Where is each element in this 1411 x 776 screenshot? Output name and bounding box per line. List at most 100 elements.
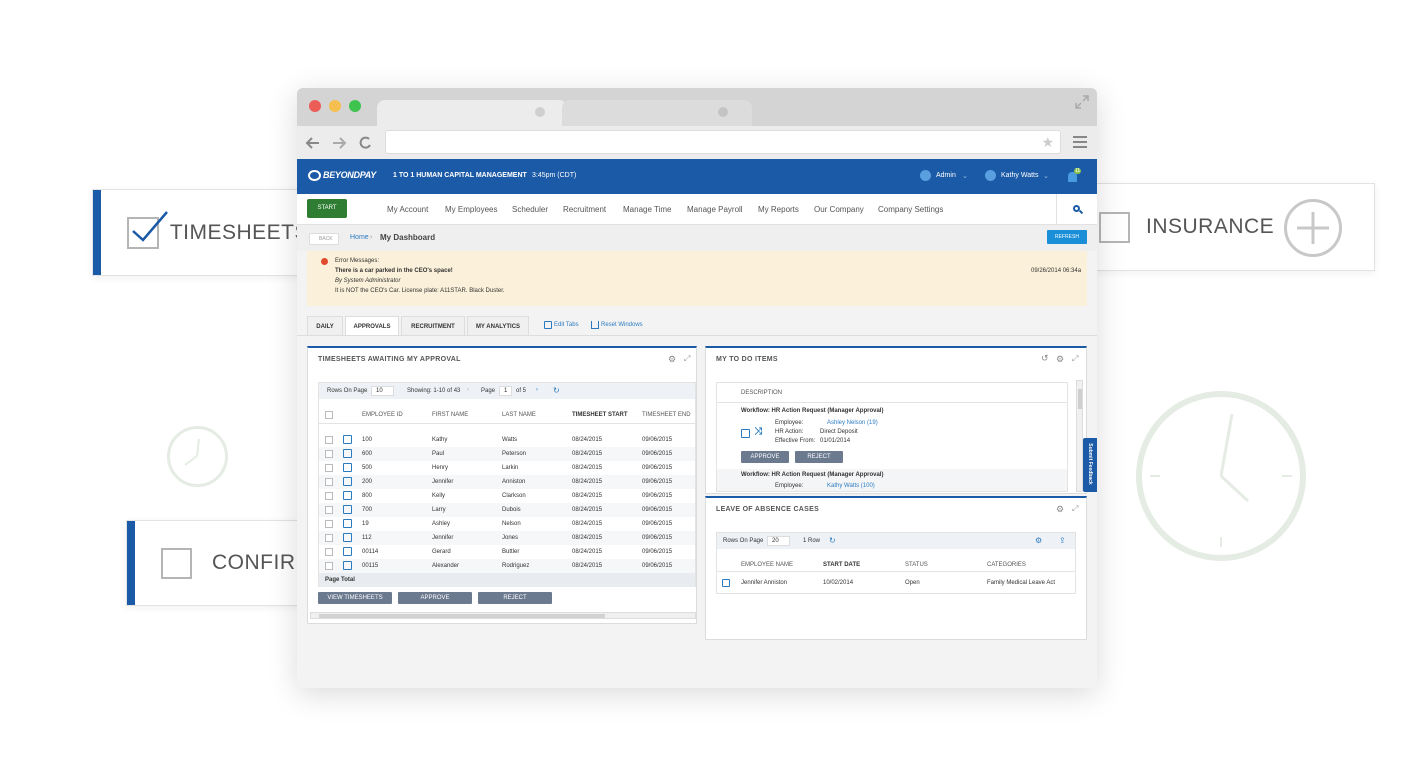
tab-close-icon[interactable] (718, 107, 728, 117)
confirm-card[interactable]: CONFIRM (126, 520, 316, 606)
menu-icon[interactable] (1073, 136, 1087, 148)
col-status[interactable]: STATUS (905, 562, 928, 568)
row-checkbox[interactable] (325, 450, 333, 458)
table-row[interactable]: 19 Ashley Nelson 08/24/2015 09/06/2015 (319, 517, 695, 531)
reject-timesheets-button[interactable]: REJECT (478, 592, 552, 604)
tab-close-icon[interactable] (535, 107, 545, 117)
fullscreen-icon[interactable] (1074, 94, 1090, 110)
todo-reject-button[interactable]: REJECT (795, 451, 843, 463)
brand-logo[interactable]: BEYONDPAY (323, 170, 376, 180)
admin-menu[interactable]: Admin (936, 172, 956, 179)
start-button[interactable]: START (307, 199, 347, 218)
vertical-scrollbar[interactable] (1076, 380, 1083, 492)
address-bar[interactable]: ★ (385, 130, 1061, 154)
reload-icon[interactable]: ↻ (829, 536, 836, 545)
tab-approvals[interactable]: APPROVALS (345, 316, 399, 336)
reload-icon[interactable]: ↻ (553, 386, 560, 395)
table-row[interactable]: 00115 Alexander Rodriguez 08/24/2015 09/06/2… (319, 559, 695, 573)
edit-icon[interactable] (741, 429, 750, 438)
edit-icon[interactable] (343, 463, 352, 472)
bookmark-star-icon[interactable]: ★ (1041, 134, 1054, 150)
prev-page-icon[interactable]: ‹ (467, 387, 469, 393)
row-checkbox[interactable] (325, 520, 333, 528)
next-page-icon[interactable]: › (536, 387, 538, 393)
view-timesheets-button[interactable]: VIEW TIMESHEETS (318, 592, 392, 604)
edit-icon[interactable] (722, 579, 730, 587)
col-first-name[interactable]: FIRST NAME (432, 412, 468, 418)
submit-feedback-tab[interactable]: Submit Feedback (1083, 438, 1097, 492)
gear-icon[interactable]: ⚙ (1056, 504, 1064, 515)
table-row[interactable]: 600 Paul Peterson 08/24/2015 09/06/2015 (319, 447, 695, 461)
table-row[interactable]: 00114 Gerard Buttler 08/24/2015 09/06/2015 (319, 545, 695, 559)
row-checkbox[interactable] (325, 562, 333, 570)
edit-icon[interactable] (343, 533, 352, 542)
row-checkbox[interactable] (325, 478, 333, 486)
edit-icon[interactable] (343, 477, 352, 486)
insurance-checkbox[interactable] (1099, 211, 1130, 243)
expand-icon[interactable]: ⤢ (1072, 504, 1078, 514)
gear-icon[interactable]: ⚙ (668, 354, 676, 365)
expand-icon[interactable]: ⤢ (684, 354, 690, 364)
row-checkbox[interactable] (325, 506, 333, 514)
scrollbar-thumb[interactable] (319, 614, 605, 618)
loa-rows-on-page-select[interactable]: 20 (767, 536, 790, 546)
select-all-checkbox[interactable] (325, 411, 333, 419)
refresh-button[interactable]: REFRESH (1047, 230, 1087, 244)
export-icon[interactable]: ⇪ (1059, 536, 1066, 545)
timesheets-card[interactable]: TIMESHEETS (92, 189, 310, 276)
page-input[interactable]: 1 (499, 386, 513, 396)
insurance-card[interactable]: INSURANCE (1080, 183, 1375, 271)
edit-icon[interactable] (343, 561, 352, 570)
row-checkbox[interactable] (325, 464, 333, 472)
nav-manage-time[interactable]: Manage Time (623, 205, 671, 214)
row-checkbox[interactable] (325, 492, 333, 500)
nav-recruitment[interactable]: Recruitment (563, 205, 606, 214)
back-button[interactable]: BACK (309, 233, 339, 245)
edit-icon[interactable] (343, 491, 352, 500)
confirm-checkbox[interactable] (161, 547, 192, 579)
edit-icon[interactable] (343, 449, 352, 458)
row-checkbox[interactable] (325, 548, 333, 556)
loa-row[interactable]: Jennifer Anniston 10/02/2014 Open Family… (717, 575, 1075, 591)
tab-my-analytics[interactable]: MY ANALYTICS (467, 316, 529, 336)
browser-tab-active[interactable] (377, 100, 567, 126)
table-row[interactable]: 800 Kelly Clarkson 08/24/2015 09/06/2015 (319, 489, 695, 503)
horizontal-scrollbar[interactable] (310, 612, 696, 619)
tab-daily[interactable]: DAILY (307, 316, 343, 336)
nav-manage-payroll[interactable]: Manage Payroll (687, 205, 743, 214)
nav-my-reports[interactable]: My Reports (758, 205, 799, 214)
col-start-date[interactable]: START DATE (823, 562, 860, 568)
plus-circle-icon[interactable] (1284, 199, 1342, 257)
gear-icon[interactable]: ⚙ (1035, 536, 1042, 545)
breadcrumb-home[interactable]: Home (350, 234, 369, 241)
edit-icon[interactable] (343, 435, 352, 444)
nav-scheduler[interactable]: Scheduler (512, 205, 548, 214)
col-categories[interactable]: CATEGORIES (987, 562, 1026, 568)
browser-tab[interactable] (562, 100, 752, 126)
nav-our-company[interactable]: Our Company (814, 205, 864, 214)
chevron-down-icon[interactable]: ⌄ (1043, 172, 1049, 180)
maximize-window-icon[interactable] (349, 100, 361, 112)
employee-link[interactable]: Ashley Nelson (19) (827, 420, 878, 426)
col-timesheet-end[interactable]: TIMESHEET END (642, 412, 691, 418)
edit-icon[interactable] (343, 505, 352, 514)
approve-timesheets-button[interactable]: APPROVE (398, 592, 472, 604)
todo-approve-button[interactable]: APPROVE (741, 451, 789, 463)
table-row[interactable]: 700 Larry Dubois 08/24/2015 09/06/2015 (319, 503, 695, 517)
row-checkbox[interactable] (325, 534, 333, 542)
scrollbar-thumb[interactable] (1078, 389, 1082, 409)
table-row[interactable]: 100 Kathy Watts 08/24/2015 09/06/2015 (319, 433, 695, 447)
gear-icon[interactable]: ⚙ (1056, 354, 1064, 365)
close-window-icon[interactable] (309, 100, 321, 112)
col-employee-name[interactable]: EMPLOYEE NAME (741, 562, 793, 568)
edit-tabs-link[interactable]: Edit Tabs (554, 322, 579, 328)
expand-icon[interactable]: ⤢ (1072, 354, 1078, 364)
edit-icon[interactable] (343, 519, 352, 528)
row-checkbox[interactable] (325, 436, 333, 444)
shuffle-icon[interactable]: ⤨ (754, 426, 762, 437)
edit-icon[interactable] (343, 547, 352, 556)
rows-on-page-select[interactable]: 10 (371, 386, 394, 396)
nav-my-employees[interactable]: My Employees (445, 205, 497, 214)
minimize-window-icon[interactable] (329, 100, 341, 112)
col-timesheet-start[interactable]: TIMESHEET START (572, 412, 628, 418)
